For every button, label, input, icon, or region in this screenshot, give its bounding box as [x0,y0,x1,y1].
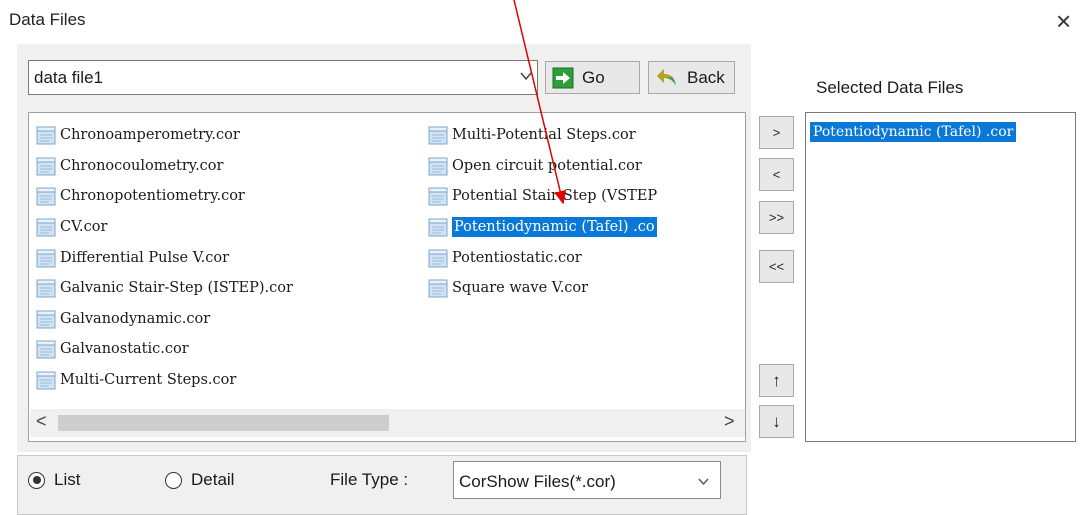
remove-file-button[interactable]: < [759,158,794,191]
radio-indicator [165,471,182,489]
file-item-label: Chronocoulometry.cor [60,157,224,174]
scrollbar-thumb[interactable] [58,415,389,431]
move-down-button[interactable]: ↓ [759,405,794,438]
file-type-select[interactable]: CorShow Files(*.cor) [453,461,721,499]
file-item[interactable]: Galvanic Stair-Step (ISTEP).cor [35,273,293,304]
file-item[interactable]: Chronoamperometry.cor [35,120,293,151]
window-title: Data Files [9,10,86,29]
path-combobox[interactable]: data file1 [28,60,538,95]
file-item-label: Multi-Current Steps.cor [60,372,237,389]
remove-all-button[interactable]: << [759,250,794,283]
folder-file-icon [36,279,56,298]
file-item-label: Potential Stair-Step (VSTEP [452,188,658,205]
folder-file-icon [428,218,448,237]
file-item[interactable]: Galvanodynamic.cor [35,304,293,335]
back-arrow-icon [657,68,676,86]
file-item[interactable]: Potentiodynamic (Tafel) .co [427,212,657,243]
selected-files-heading: Selected Data Files [816,78,964,97]
add-file-button[interactable]: > [759,116,794,149]
file-item-label: CV.cor [60,219,108,236]
list-radio-label: List [54,470,81,489]
file-item[interactable]: Square wave V.cor [427,273,657,304]
radio-indicator-checked [28,471,45,489]
folder-file-icon [36,340,56,359]
selected-file-item[interactable]: Potentiodynamic (Tafel) .cor [810,122,1017,142]
back-label: Back [687,67,725,87]
folder-file-icon [428,249,448,268]
file-item[interactable]: Chronocoulometry.cor [35,151,293,182]
file-item-label: Square wave V.cor [452,280,589,297]
file-item-label: Chronopotentiometry.cor [60,188,245,205]
close-button[interactable]: × [1056,6,1071,36]
file-type-value: CorShow Files(*.cor) [459,472,616,491]
file-item[interactable]: Chronopotentiometry.cor [35,181,293,212]
file-item[interactable]: Open circuit potential.cor [427,151,657,182]
folder-file-icon [36,126,56,145]
file-item-label: Potentiostatic.cor [452,249,582,266]
file-item-label: Galvanodynamic.cor [60,310,211,327]
file-item-label: Galvanostatic.cor [60,341,189,358]
file-type-label: File Type : [330,470,409,489]
file-item[interactable]: Differential Pulse V.cor [35,242,293,273]
file-item[interactable]: Multi-Current Steps.cor [35,365,293,396]
folder-file-icon [428,126,448,145]
file-item-label: Differential Pulse V.cor [60,249,230,266]
path-value: data file1 [34,68,103,87]
folder-file-icon [36,157,56,176]
list-radio[interactable]: List [28,470,80,490]
chevron-down-icon[interactable] [519,69,533,83]
go-arrow-icon [552,67,574,88]
add-all-button[interactable]: >> [759,201,794,234]
file-item[interactable]: Multi-Potential Steps.cor [427,120,657,151]
file-column-1: Chronoamperometry.cor Chronocoulometry.co… [35,120,293,395]
folder-file-icon [36,249,56,268]
back-button[interactable]: Back [648,61,735,94]
file-item[interactable]: Potential Stair-Step (VSTEP [427,181,657,212]
folder-file-icon [36,218,56,237]
scroll-right-button[interactable]: > [724,411,735,432]
file-column-2: Multi-Potential Steps.cor Open circuit po… [427,120,657,304]
file-item-label: Multi-Potential Steps.cor [452,127,636,144]
go-label: Go [582,67,605,87]
folder-file-icon [36,371,56,390]
horizontal-scrollbar[interactable]: < > [30,409,745,437]
folder-file-icon [428,187,448,206]
file-list[interactable]: Chronoamperometry.cor Chronocoulometry.co… [28,112,746,442]
file-item-label: Potentiodynamic (Tafel) .co [452,217,657,238]
folder-file-icon [428,279,448,298]
chevron-down-icon [698,478,709,486]
detail-radio-label: Detail [191,470,235,489]
file-item-label: Chronoamperometry.cor [60,127,240,144]
file-item[interactable]: Potentiostatic.cor [427,242,657,273]
file-item-label: Galvanic Stair-Step (ISTEP).cor [60,280,293,297]
scroll-left-button[interactable]: < [36,411,47,432]
go-button[interactable]: Go [545,61,640,94]
move-up-button[interactable]: ↑ [759,364,794,397]
folder-file-icon [428,157,448,176]
folder-file-icon [36,310,56,329]
detail-radio[interactable]: Detail [165,470,234,490]
file-item[interactable]: Galvanostatic.cor [35,334,293,365]
folder-file-icon [36,187,56,206]
file-item[interactable]: CV.cor [35,212,293,243]
file-item-label: Open circuit potential.cor [452,157,642,174]
selected-files-list[interactable]: Potentiodynamic (Tafel) .cor [805,112,1076,442]
